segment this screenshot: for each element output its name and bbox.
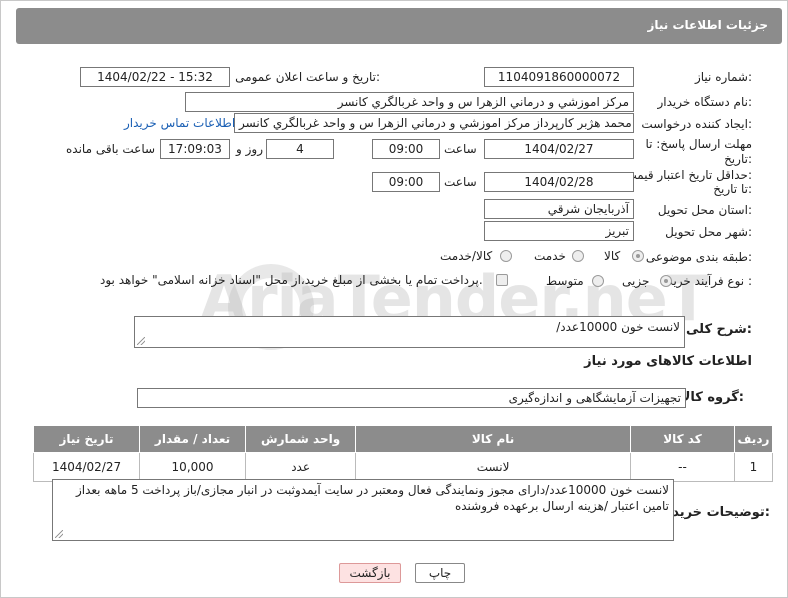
- category-label: طبقه بندی موضوعی:: [645, 250, 752, 264]
- col-unit: واحد شمارش: [245, 425, 357, 453]
- reply-time-label: ساعت: [444, 142, 477, 156]
- price-time-field[interactable]: 09:00: [372, 172, 440, 192]
- col-quantity: تعداد / مقدار: [139, 425, 247, 453]
- creator-label: ایجاد کننده درخواست:: [641, 117, 752, 131]
- city-field[interactable]: تبریز: [484, 221, 634, 241]
- reply-deadline-label: مهلت ارسال پاسخ: تا: [645, 137, 752, 151]
- cell-unit: عدد: [245, 452, 357, 482]
- goods-group-label: گروه کالا:: [680, 390, 744, 405]
- category-radio-both[interactable]: [500, 250, 512, 262]
- reply-deadline-label-date: تاریخ:: [724, 152, 752, 166]
- buyer-org-field[interactable]: مرکز اموزشي و درماني الزهرا س و واحد غرب…: [185, 92, 634, 112]
- process-option-medium: متوسط: [546, 274, 584, 288]
- category-option-goods: کالا: [604, 249, 621, 263]
- process-radio-minor[interactable]: [660, 275, 672, 287]
- remaining-time-field[interactable]: 17:09:03: [160, 139, 230, 159]
- cell-code: --: [629, 452, 735, 482]
- page-title: جزئیات اطلاعات نیاز: [647, 18, 768, 32]
- remaining-label: ساعت باقی مانده: [66, 142, 156, 156]
- price-date-field[interactable]: 1404/02/28: [484, 172, 634, 192]
- process-label: نوع فرآیند خرید :: [667, 274, 752, 288]
- treasury-payment-checkbox[interactable]: [496, 274, 508, 286]
- category-option-both: کالا/خدمت: [440, 249, 493, 263]
- col-row: ردیف: [733, 425, 774, 453]
- need-number-field[interactable]: 1104091860000072: [484, 67, 634, 87]
- table-row[interactable]: 1 -- لانست عدد 10,000 1404/02/27: [32, 452, 774, 482]
- goods-table-header: ردیف کد کالا نام کالا واحد شمارش تعداد /…: [32, 425, 774, 453]
- col-need-date: تاریخ نیاز: [32, 425, 141, 453]
- header-bar: جزئیات اطلاعات نیاز: [16, 8, 782, 44]
- cell-need-date: 1404/02/27: [32, 452, 141, 482]
- reply-time-field[interactable]: 09:00: [372, 139, 440, 159]
- cell-name: لانست: [355, 452, 631, 482]
- buyer-notes-label: توضیحات خریدار:: [660, 505, 770, 520]
- description-text: لانست خون 10000عدد/: [556, 320, 680, 334]
- col-name: نام کالا: [355, 425, 631, 453]
- buyer-notes-text: لانست خون 10000عدد/دارای مجوز ونمایندگی …: [75, 483, 669, 513]
- back-button[interactable]: بازگشت: [339, 563, 401, 583]
- reply-date-field[interactable]: 1404/02/27: [484, 139, 634, 159]
- goods-section-title: اطلاعات کالاهای مورد نیاز: [584, 354, 752, 369]
- cell-row: 1: [733, 452, 774, 482]
- price-deadline-label: حداقل تاریخ اعتبار قیمت:: [625, 168, 752, 182]
- process-option-minor: جزیی: [622, 274, 650, 288]
- price-deadline-label-date: تا تاریخ:: [713, 182, 752, 196]
- resize-grip-icon[interactable]: [55, 530, 63, 538]
- announce-label: تاریخ و ساعت اعلان عمومی:: [235, 70, 380, 84]
- buyer-notes-textarea[interactable]: لانست خون 10000عدد/دارای مجوز ونمایندگی …: [52, 479, 674, 541]
- buyer-org-label: نام دستگاه خریدار:: [657, 95, 753, 109]
- payment-note: پرداخت تمام یا بخشی از مبلغ خرید،از محل …: [100, 273, 483, 287]
- process-radio-medium[interactable]: [592, 275, 604, 287]
- col-code: کد کالا: [629, 425, 735, 453]
- print-button[interactable]: چاپ: [415, 563, 465, 583]
- days-remaining-field[interactable]: 4: [266, 139, 334, 159]
- city-label: شهر محل تحویل:: [665, 225, 752, 239]
- creator-field[interactable]: محمد هژبر کارپرداز مرکز اموزشي و درماني …: [234, 113, 634, 133]
- days-label: روز و: [236, 142, 263, 156]
- category-radio-service[interactable]: [572, 250, 584, 262]
- province-field[interactable]: آذربايجان شرقي: [484, 199, 634, 219]
- need-number-label: شماره نیاز:: [694, 70, 752, 84]
- category-option-service: خدمت: [534, 249, 566, 263]
- description-textarea[interactable]: لانست خون 10000عدد/: [134, 316, 685, 348]
- province-label: استان محل تحویل:: [657, 203, 752, 217]
- goods-table: ردیف کد کالا نام کالا واحد شمارش تعداد /…: [32, 425, 774, 482]
- announce-datetime-field[interactable]: 1404/02/22 - 15:32: [80, 67, 230, 87]
- cell-quantity: 10,000: [139, 452, 247, 482]
- category-radio-goods[interactable]: [632, 250, 644, 262]
- goods-group-field[interactable]: تجهیزات آزمایشگاهی و اندازه‌گیری: [137, 388, 686, 408]
- contact-buyer-link[interactable]: اطلاعات تماس خریدار: [124, 116, 235, 130]
- price-time-label: ساعت: [444, 175, 477, 189]
- resize-grip-icon[interactable]: [137, 337, 145, 345]
